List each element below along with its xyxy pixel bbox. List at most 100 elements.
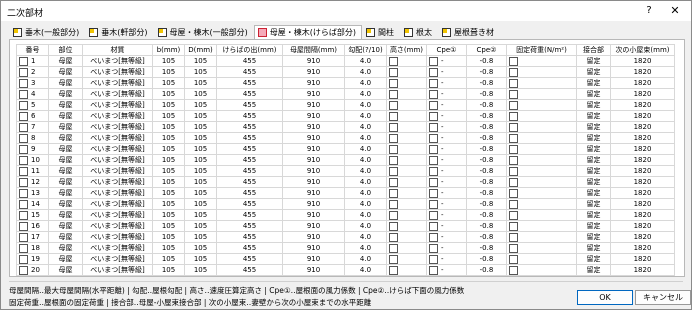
row-checkbox[interactable]	[19, 210, 28, 220]
cell-fixed-load[interactable]	[506, 55, 577, 67]
row-checkbox[interactable]	[19, 89, 28, 99]
cell-checkbox[interactable]	[509, 144, 518, 154]
cell-checkbox[interactable]	[429, 155, 438, 165]
cell-number[interactable]: 8	[16, 132, 49, 144]
cell-number[interactable]: 7	[16, 121, 49, 133]
table-row[interactable]: 1 母屋 べいまつ[無等級] 105 105 455 910 4.0- -0.8 留定 1820	[16, 55, 675, 67]
tab-rafter-general[interactable]: 垂木(一般部分)	[9, 25, 85, 40]
cell-height[interactable]	[386, 209, 427, 221]
row-checkbox[interactable]	[19, 78, 28, 88]
cell-fixed-load[interactable]	[506, 231, 577, 243]
cell-checkbox[interactable]	[509, 67, 518, 77]
tab-roofing[interactable]: 屋根葺き材	[438, 25, 500, 40]
cell-height[interactable]	[386, 242, 427, 254]
cell-checkbox[interactable]	[429, 166, 438, 176]
cancel-button[interactable]: キャンセル	[635, 290, 691, 305]
cell-fixed-load[interactable]	[506, 253, 577, 265]
row-checkbox[interactable]	[19, 188, 28, 198]
row-checkbox[interactable]	[19, 265, 28, 275]
cell-checkbox[interactable]	[429, 78, 438, 88]
cell-checkbox[interactable]	[509, 243, 518, 253]
cell-fixed-load[interactable]	[506, 132, 577, 144]
cell-checkbox[interactable]	[509, 221, 518, 231]
help-button[interactable]: ?	[641, 3, 657, 19]
cell-cpe1[interactable]: -	[426, 77, 467, 89]
cell-checkbox[interactable]	[389, 188, 398, 198]
row-checkbox[interactable]	[19, 166, 28, 176]
cell-height[interactable]	[386, 154, 427, 166]
cell-checkbox[interactable]	[509, 78, 518, 88]
table-row[interactable]: 18 母屋 べいまつ[無等級] 105 105 455 910 4.0- -0.8 留定 1820	[16, 242, 675, 254]
cell-checkbox[interactable]	[389, 232, 398, 242]
cell-height[interactable]	[386, 99, 427, 111]
cell-checkbox[interactable]	[389, 78, 398, 88]
table-row[interactable]: 11 母屋 べいまつ[無等級] 105 105 455 910 4.0- -0.8 留定 1820	[16, 165, 675, 177]
cell-height[interactable]	[386, 253, 427, 265]
cell-checkbox[interactable]	[429, 89, 438, 99]
close-button[interactable]: ✕	[667, 3, 683, 19]
cell-checkbox[interactable]	[429, 221, 438, 231]
cell-checkbox[interactable]	[429, 56, 438, 66]
cell-height[interactable]	[386, 220, 427, 232]
cell-number[interactable]: 2	[16, 66, 49, 78]
cell-checkbox[interactable]	[389, 122, 398, 132]
row-checkbox[interactable]	[19, 133, 28, 143]
cell-number[interactable]: 12	[16, 176, 49, 188]
cell-checkbox[interactable]	[389, 210, 398, 220]
table-row[interactable]: 5 母屋 べいまつ[無等級] 105 105 455 910 4.0- -0.8 留定 1820	[16, 99, 675, 111]
table-row[interactable]: 2 母屋 べいまつ[無等級] 105 105 455 910 4.0- -0.8 留定 1820	[16, 66, 675, 78]
cell-height[interactable]	[386, 55, 427, 67]
table-row[interactable]: 9 母屋 べいまつ[無等級] 105 105 455 910 4.0- -0.8 留定 1820	[16, 143, 675, 155]
cell-cpe1[interactable]: -	[426, 198, 467, 210]
cell-checkbox[interactable]	[389, 221, 398, 231]
cell-cpe1[interactable]: -	[426, 209, 467, 221]
cell-fixed-load[interactable]	[506, 110, 577, 122]
table-row[interactable]: 4 母屋 べいまつ[無等級] 105 105 455 910 4.0- -0.8 留定 1820	[16, 88, 675, 100]
table-row[interactable]: 7 母屋 べいまつ[無等級] 105 105 455 910 4.0- -0.8 留定 1820	[16, 121, 675, 133]
cell-height[interactable]	[386, 264, 427, 276]
cell-checkbox[interactable]	[509, 89, 518, 99]
cell-checkbox[interactable]	[509, 210, 518, 220]
cell-checkbox[interactable]	[429, 243, 438, 253]
cell-checkbox[interactable]	[389, 100, 398, 110]
tab-joist[interactable]: 根太	[400, 25, 438, 40]
cell-height[interactable]	[386, 187, 427, 199]
cell-checkbox[interactable]	[389, 199, 398, 209]
cell-fixed-load[interactable]	[506, 176, 577, 188]
cell-cpe1[interactable]: -	[426, 132, 467, 144]
cell-checkbox[interactable]	[429, 232, 438, 242]
cell-height[interactable]	[386, 88, 427, 100]
cell-cpe1[interactable]: -	[426, 143, 467, 155]
cell-checkbox[interactable]	[429, 199, 438, 209]
cell-cpe1[interactable]: -	[426, 264, 467, 276]
cell-fixed-load[interactable]	[506, 242, 577, 254]
tab-purlin-general[interactable]: 母屋・棟木(一般部分)	[154, 25, 254, 40]
cell-checkbox[interactable]	[389, 155, 398, 165]
cell-checkbox[interactable]	[429, 67, 438, 77]
cell-checkbox[interactable]	[389, 67, 398, 77]
cell-fixed-load[interactable]	[506, 187, 577, 199]
cell-checkbox[interactable]	[429, 144, 438, 154]
cell-checkbox[interactable]	[429, 100, 438, 110]
table-row[interactable]: 8 母屋 べいまつ[無等級] 105 105 455 910 4.0- -0.8 留定 1820	[16, 132, 675, 144]
cell-fixed-load[interactable]	[506, 66, 577, 78]
cell-checkbox[interactable]	[509, 155, 518, 165]
cell-height[interactable]	[386, 121, 427, 133]
cell-fixed-load[interactable]	[506, 154, 577, 166]
cell-checkbox[interactable]	[389, 166, 398, 176]
cell-height[interactable]	[386, 231, 427, 243]
cell-fixed-load[interactable]	[506, 198, 577, 210]
cell-fixed-load[interactable]	[506, 143, 577, 155]
cell-number[interactable]: 15	[16, 209, 49, 221]
row-checkbox[interactable]	[19, 199, 28, 209]
tab-rafter-eaves[interactable]: 垂木(軒部分)	[85, 25, 153, 40]
cell-checkbox[interactable]	[389, 111, 398, 121]
row-checkbox[interactable]	[19, 144, 28, 154]
cell-fixed-load[interactable]	[506, 264, 577, 276]
table-row[interactable]: 6 母屋 べいまつ[無等級] 105 105 455 910 4.0- -0.8 留定 1820	[16, 110, 675, 122]
cell-checkbox[interactable]	[389, 144, 398, 154]
cell-cpe1[interactable]: -	[426, 88, 467, 100]
cell-cpe1[interactable]: -	[426, 99, 467, 111]
cell-cpe1[interactable]: -	[426, 110, 467, 122]
ok-button[interactable]: OK	[577, 290, 633, 305]
